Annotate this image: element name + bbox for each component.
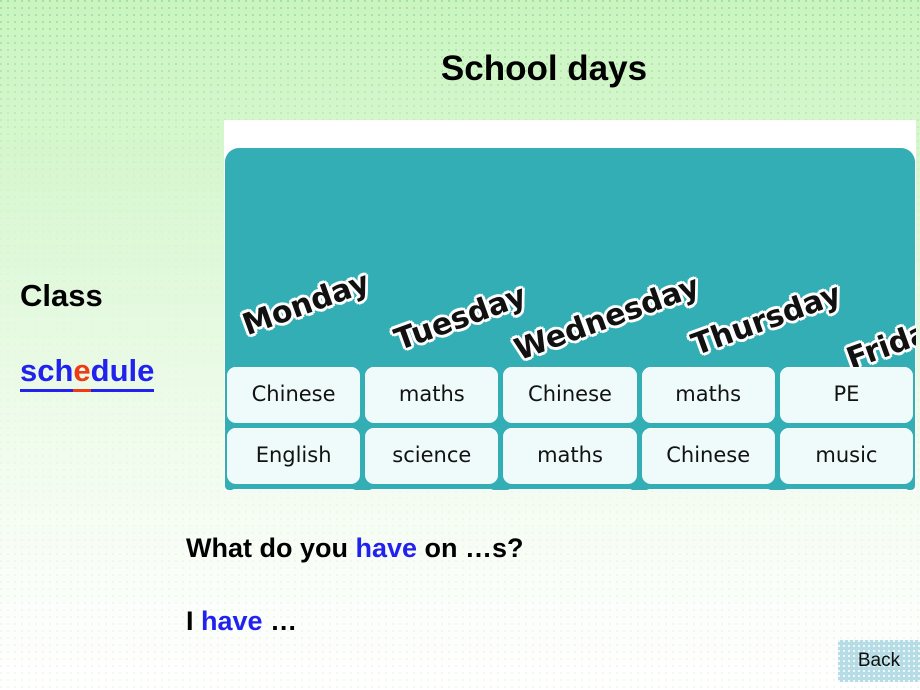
question-prompt-highlight: have	[355, 533, 418, 563]
timetable-cell: science	[365, 428, 499, 484]
timetable-cell: Chinese	[365, 489, 499, 491]
table-row: maths Chinese art English science	[227, 489, 914, 491]
answer-prompt: I have …	[186, 606, 297, 637]
answer-prompt-after: …	[262, 606, 298, 636]
slide-canvas: School days Class schedule Monday Tuesda…	[0, 0, 920, 690]
schedule-link-highlight: e	[73, 354, 91, 392]
timetable-cell: maths	[641, 367, 775, 423]
timetable-cell: Chinese	[641, 428, 775, 484]
class-label: Class	[20, 278, 103, 313]
timetable-cell: maths	[227, 489, 361, 491]
timetable-cell: maths	[503, 428, 637, 484]
timetable-cell: English	[641, 489, 775, 491]
schedule-link-part-1: sch	[20, 354, 74, 392]
timetable-image: Monday Tuesday Wednesday Thursday Friday…	[224, 120, 916, 491]
timetable-cell: science	[779, 489, 914, 491]
schedule-link[interactable]: schedule	[20, 354, 155, 392]
answer-prompt-before: I	[186, 606, 202, 636]
table-row: English science maths Chinese music	[227, 428, 914, 484]
timetable-day-headers: Monday Tuesday Wednesday Thursday Friday	[224, 120, 916, 377]
question-prompt-after: on …s?	[417, 533, 524, 563]
timetable-cell: art	[503, 489, 637, 491]
timetable-grid: Chinese maths Chinese maths PE English s…	[224, 367, 916, 491]
question-prompt: What do you have on …s?	[186, 533, 524, 564]
timetable-cell: English	[227, 428, 361, 484]
table-row: Chinese maths Chinese maths PE	[227, 367, 914, 423]
timetable-cell: Chinese	[503, 367, 637, 423]
answer-prompt-highlight: have	[201, 606, 263, 636]
timetable-cell: PE	[779, 367, 914, 423]
schedule-link-part-2: dule	[90, 354, 155, 392]
timetable-cell: Chinese	[227, 367, 361, 423]
timetable-cell: maths	[365, 367, 499, 423]
question-prompt-before: What do you	[186, 533, 356, 563]
back-button[interactable]: Back	[838, 640, 920, 682]
timetable-cell: music	[779, 428, 914, 484]
page-title: School days	[440, 49, 648, 88]
